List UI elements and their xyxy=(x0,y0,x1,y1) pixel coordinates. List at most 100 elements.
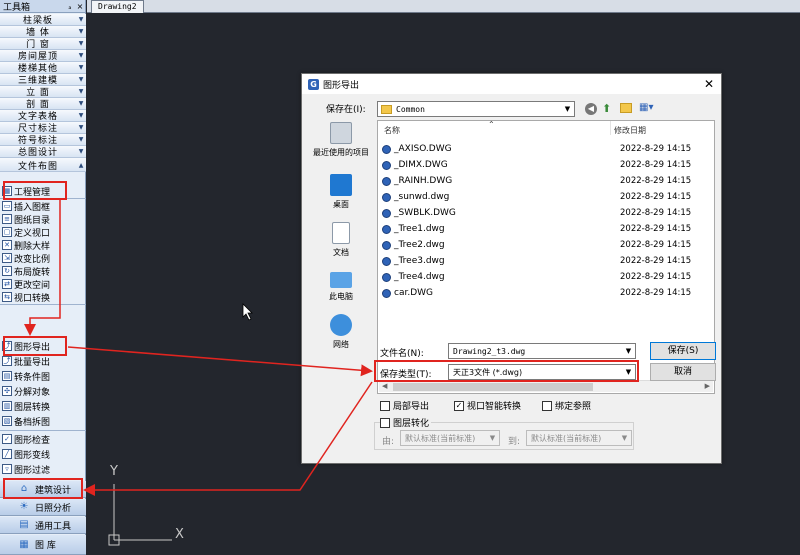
dwg-file-icon xyxy=(382,272,391,282)
file-row[interactable]: _AXISO.DWG 2022-8-29 14:15 xyxy=(382,141,710,157)
file-row[interactable]: _SWBLK.DWG 2022-8-29 14:15 xyxy=(382,205,710,221)
file-row[interactable]: _sunwd.dwg 2022-8-29 14:15 xyxy=(382,189,710,205)
partial-export-checkbox[interactable]: 局部导出 xyxy=(380,399,429,412)
layer-icon: ▥ xyxy=(2,401,12,411)
cmd-insert-frame[interactable]: ▭ 插入图框 xyxy=(0,200,86,213)
up-folder-icon[interactable]: ⬆ xyxy=(602,102,611,115)
dialog-close-icon[interactable]: ✕ xyxy=(697,77,721,91)
cmd-graphic-check[interactable]: ✓ 图形检查 xyxy=(0,433,86,446)
mouse-cursor-icon xyxy=(242,303,253,321)
section-library[interactable]: ▦ 图 库 xyxy=(0,535,86,555)
dwg-file-icon xyxy=(382,256,391,266)
to-standard-select[interactable]: 默认标准(当前标准) ▼ xyxy=(526,430,632,446)
recent-icon xyxy=(330,122,352,144)
rotate-icon: ↻ xyxy=(2,266,12,276)
computer-icon xyxy=(330,272,352,288)
expand-arrow-icon: ▼ xyxy=(78,88,84,95)
new-folder-icon[interactable] xyxy=(620,103,632,113)
toolbox-title: 工具箱 xyxy=(3,2,31,13)
bind-reference-checkbox[interactable]: 绑定参照 xyxy=(542,399,591,412)
cmd-to-condition-drawing[interactable]: ▤ 转条件图 xyxy=(0,370,86,383)
place-recent[interactable]: 最近使用的项目 xyxy=(306,122,376,158)
cmd-explode-object[interactable]: ✣ 分解对象 xyxy=(0,385,86,398)
chevron-down-icon: ▼ xyxy=(564,105,571,113)
section-sunlight-analysis[interactable]: ☀ 日照分析 xyxy=(0,499,86,516)
dwg-file-icon xyxy=(382,176,391,186)
chevron-down-icon: ▼ xyxy=(625,347,632,355)
cmd-graphic-filter[interactable]: ▿ 图形过滤 xyxy=(0,463,86,476)
cmd-batch-export[interactable]: ⤴ 批量导出 xyxy=(0,355,86,368)
file-row[interactable]: car.DWG 2022-8-29 14:15 xyxy=(382,285,710,301)
save-button[interactable]: 保存(S) xyxy=(650,342,716,360)
file-row[interactable]: _Tree2.dwg 2022-8-29 14:15 xyxy=(382,237,710,253)
expand-arrow-icon: ▼ xyxy=(78,64,84,71)
dwg-file-icon xyxy=(382,240,391,250)
tab-drawing2[interactable]: Drawing2 xyxy=(91,0,144,13)
file-row[interactable]: _RAINH.DWG 2022-8-29 14:15 xyxy=(382,173,710,189)
cmd-define-viewport[interactable]: ▢ 定义视口 xyxy=(0,226,86,239)
category-file-layout[interactable]: 文件布图 ▲ xyxy=(0,158,86,172)
cmd-change-scale[interactable]: ⇲ 改变比例 xyxy=(0,252,86,265)
network-icon xyxy=(330,314,352,336)
layer-convert-checkbox[interactable]: 图层转化 xyxy=(380,416,432,429)
scroll-right-icon[interactable]: ▶ xyxy=(705,382,710,390)
document-tabstrip: Drawing2 xyxy=(87,0,800,13)
chevron-down-icon: ▼ xyxy=(489,434,496,442)
viewport-convert-checkbox[interactable]: ✓ 视口智能转换 xyxy=(454,399,521,412)
dwg-file-icon xyxy=(382,224,391,234)
scrollbar-thumb[interactable] xyxy=(393,383,593,391)
space-icon: ⇄ xyxy=(2,279,12,289)
axis-x-label: X xyxy=(175,527,184,542)
file-row[interactable]: _DIMX.DWG 2022-8-29 14:15 xyxy=(382,157,710,173)
filename-input[interactable]: Drawing2_t3.dwg ▼ xyxy=(448,343,636,359)
section-general-tools[interactable]: ▤ 通用工具 xyxy=(0,517,86,534)
collapse-arrow-icon: ▲ xyxy=(78,162,84,169)
back-icon[interactable]: ◀ xyxy=(585,103,597,115)
detail-icon: ✕ xyxy=(2,240,12,250)
close-icon[interactable]: × xyxy=(75,2,85,11)
scroll-left-icon[interactable]: ◀ xyxy=(382,382,387,390)
place-desktop[interactable]: 桌面 xyxy=(306,174,376,210)
place-documents[interactable]: 文档 xyxy=(306,222,376,258)
cmd-viewport-convert[interactable]: ⇆ 视口转换 xyxy=(0,291,86,304)
viewport-icon: ▢ xyxy=(2,227,12,237)
cancel-button[interactable]: 取消 xyxy=(650,363,716,381)
pin-icon[interactable]: ₐ xyxy=(65,2,75,11)
cmd-drawing-index[interactable]: ≡ 图纸目录 xyxy=(0,213,86,226)
category-site-plan[interactable]: 总图设计 ▼ xyxy=(0,146,86,158)
condition-icon: ▤ xyxy=(2,371,12,381)
file-row[interactable]: _Tree4.dwg 2022-8-29 14:15 xyxy=(382,269,710,285)
expand-arrow-icon: ▼ xyxy=(78,52,84,59)
line-icon: ╱ xyxy=(2,449,12,459)
tools-icon: ▤ xyxy=(19,519,29,530)
column-header-date[interactable]: 修改日期 xyxy=(614,125,646,136)
from-standard-select[interactable]: 默认标准(当前标准) ▼ xyxy=(400,430,500,446)
cmd-delete-detail[interactable]: ✕ 删除大样 xyxy=(0,239,86,252)
expand-arrow-icon: ▼ xyxy=(78,112,84,119)
to-label: 到: xyxy=(508,437,521,447)
cmd-layer-convert[interactable]: ▥ 图层转换 xyxy=(0,400,86,413)
folder-icon xyxy=(381,104,392,114)
export-dialog: G 图形导出 ✕ 保存在(I): Common ▼ ◀ ⬆ ▦▾ 最近使用的项目… xyxy=(301,73,722,464)
check-icon: ✓ xyxy=(2,434,12,444)
file-row[interactable]: _Tree1.dwg 2022-8-29 14:15 xyxy=(382,221,710,237)
dialog-title: 图形导出 xyxy=(323,80,360,91)
cmd-archive-split[interactable]: ▧ 备档拆图 xyxy=(0,415,86,428)
expand-arrow-icon: ▼ xyxy=(78,100,84,107)
cmd-layout-rotate[interactable]: ↻ 布局旋转 xyxy=(0,265,86,278)
cmd-graphic-to-line[interactable]: ╱ 图形变线 xyxy=(0,448,86,461)
batch-export-icon: ⤴ xyxy=(2,356,12,366)
save-in-combo[interactable]: Common ▼ xyxy=(377,101,575,117)
cmd-change-space[interactable]: ⇄ 更改空间 xyxy=(0,278,86,291)
documents-icon xyxy=(332,222,350,244)
place-network[interactable]: 网络 xyxy=(306,314,376,350)
sort-arrow-icon: ⌃ xyxy=(488,120,495,129)
places-bar: 最近使用的项目 桌面 文档 此电脑 网络 xyxy=(306,120,376,365)
column-header-name[interactable]: 名称 xyxy=(384,125,400,136)
file-row[interactable]: _Tree3.dwg 2022-8-29 14:15 xyxy=(382,253,710,269)
dwg-file-icon xyxy=(382,144,391,154)
expand-arrow-icon: ▼ xyxy=(78,136,84,143)
view-menu-icon[interactable]: ▦▾ xyxy=(639,102,653,113)
divider xyxy=(0,430,86,431)
place-this-pc[interactable]: 此电脑 xyxy=(306,268,376,302)
